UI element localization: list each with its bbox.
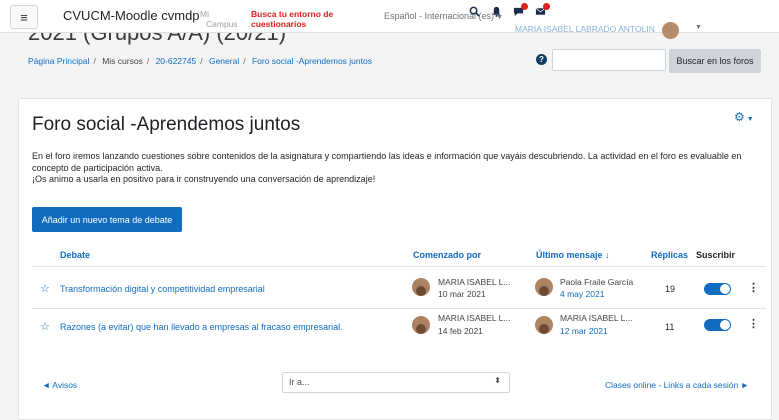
started-date: 14 feb 2021 [438, 326, 483, 336]
notification-badge [543, 3, 550, 10]
hamburger-icon: ≡ [20, 9, 28, 25]
mi-campus-line-2: Campus [206, 19, 238, 29]
breadcrumb: Página Principal / Mis cursos/ 20-622745/… [28, 56, 372, 66]
mi-campus-link[interactable]: Mi Campus [200, 9, 240, 29]
help-icon[interactable]: ? [536, 54, 547, 65]
jump-to-value: Ir a... [289, 377, 310, 387]
intro-paragraph: ¡Os animo a usarla en positivo para ir c… [32, 174, 376, 184]
subscribe-toggle[interactable] [704, 283, 731, 295]
navbar-icons [469, 3, 550, 17]
started-date: 10 mar 2021 [438, 289, 486, 299]
forum-search-input[interactable] [552, 49, 666, 71]
author-name: MARIA ISABEL L... [438, 277, 511, 287]
subscribe-toggle[interactable] [704, 319, 731, 331]
top-navbar: ≡ CVUCM-Moodle cvmdp Mi Campus Busca tu … [0, 0, 779, 39]
busca-entorno-link[interactable]: Busca tu entorno de cuestionarios [251, 9, 361, 29]
discussion-link[interactable]: Transformación digital y competitividad … [60, 284, 265, 294]
notification-badge [521, 3, 528, 10]
discussion-link[interactable]: Razones (a evitar) que han llevado a emp… [60, 322, 343, 332]
avatar[interactable] [412, 316, 430, 334]
star-icon[interactable]: ☆ [40, 320, 50, 333]
more-options-icon[interactable]: ⋮ [748, 281, 759, 294]
bell-icon[interactable] [491, 6, 502, 17]
reply-count: 19 [665, 284, 676, 294]
select-arrows-icon: ⬍ [494, 376, 501, 385]
jump-to-select[interactable]: Ir a... ⬍ [282, 372, 510, 393]
intro-paragraph: En el foro iremos lanzando cuestiones so… [32, 151, 742, 173]
table-row: ☆ Transformación digital y competitivida… [32, 272, 766, 308]
caret-down-icon: ▼ [746, 116, 754, 123]
divider [32, 308, 766, 309]
avatar[interactable] [412, 278, 430, 296]
last-post-author: Paola Fraile García [560, 277, 634, 287]
mail-icon[interactable] [535, 3, 550, 17]
search-forums-button[interactable]: Buscar en los foros [669, 49, 761, 73]
avatar[interactable] [535, 316, 553, 334]
column-header-started-by[interactable]: Comenzado por [413, 250, 481, 260]
column-header-subscribe: Suscribir [696, 250, 736, 260]
hamburger-menu-button[interactable]: ≡ [10, 5, 38, 29]
breadcrumb-course[interactable]: 20-622745 [156, 56, 197, 66]
breadcrumb-home[interactable]: Página Principal [28, 56, 89, 66]
last-post-author: MARIA ISABEL L... [560, 313, 633, 323]
mi-campus-line-1: Mi [200, 9, 209, 19]
search-icon[interactable] [469, 6, 480, 17]
last-post-date-link[interactable]: 12 mar 2021 [560, 326, 608, 336]
forum-settings-menu[interactable]: ⚙ ▼ [734, 110, 754, 124]
reply-count: 11 [665, 322, 675, 332]
chat-icon[interactable] [513, 3, 528, 17]
user-avatar[interactable] [662, 22, 679, 39]
previous-activity-link[interactable]: ◄ Avisos [42, 380, 77, 390]
gear-icon: ⚙ [734, 110, 745, 124]
forum-title: Foro social -Aprendemos juntos [32, 114, 301, 135]
forum-intro: En el foro iremos lanzando cuestiones so… [32, 151, 762, 186]
user-name[interactable]: MARIA ISABEL LABRADO ANTOLIN [515, 24, 655, 34]
star-icon[interactable]: ☆ [40, 282, 50, 295]
breadcrumb-my-courses: Mis cursos [102, 56, 143, 66]
breadcrumb-section[interactable]: General [209, 56, 239, 66]
site-name[interactable]: CVUCM-Moodle cvmdp [63, 8, 200, 23]
divider [32, 266, 766, 267]
add-discussion-button[interactable]: Añadir un nuevo tema de debate [32, 207, 182, 232]
table-row: ☆ Razones (a evitar) que han llevado a e… [32, 310, 766, 346]
last-post-date-link[interactable]: 4 may 2021 [560, 289, 604, 299]
column-header-debate[interactable]: Debate [60, 250, 90, 260]
more-options-icon[interactable]: ⋮ [748, 317, 759, 330]
column-header-replies[interactable]: Réplicas [651, 250, 688, 260]
breadcrumb-forum[interactable]: Foro social -Aprendemos juntos [252, 56, 372, 66]
caret-down-icon[interactable]: ▼ [695, 24, 702, 31]
column-header-last-post[interactable]: Último mensaje ↓ [536, 250, 610, 260]
avatar[interactable] [535, 278, 553, 296]
author-name: MARIA ISABEL L... [438, 313, 511, 323]
next-activity-link[interactable]: Clases online - Links a cada sesión ► [605, 380, 749, 390]
